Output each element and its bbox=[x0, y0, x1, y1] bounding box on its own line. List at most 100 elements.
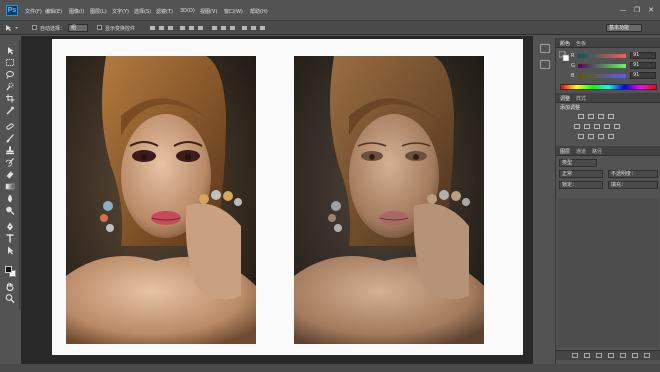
blue-slider-label: B bbox=[571, 73, 575, 79]
toolbox bbox=[0, 40, 20, 310]
black-white-icon[interactable] bbox=[604, 124, 610, 129]
green-slider-track[interactable] bbox=[578, 64, 626, 68]
tab-color[interactable]: 颜色 bbox=[560, 40, 570, 47]
zoom-tool-icon[interactable] bbox=[5, 294, 15, 303]
green-slider-label: G bbox=[571, 63, 575, 69]
marquee-tool-icon[interactable] bbox=[5, 58, 15, 67]
menu-filter[interactable]: 滤镜(T) bbox=[156, 8, 173, 15]
properties-panel-icon[interactable] bbox=[540, 60, 550, 69]
show-transform-checkbox[interactable] bbox=[97, 25, 102, 30]
auto-select-checkbox[interactable] bbox=[32, 25, 37, 30]
menu-window[interactable]: 窗口(W) bbox=[224, 8, 243, 15]
red-slider[interactable]: R 91 bbox=[560, 52, 658, 60]
add-mask-icon[interactable] bbox=[596, 353, 602, 358]
gradient-map-icon[interactable] bbox=[608, 134, 614, 139]
levels-icon[interactable] bbox=[588, 114, 594, 119]
blue-slider[interactable]: B 91 bbox=[560, 72, 658, 80]
restore-button[interactable]: ❐ bbox=[632, 6, 642, 14]
blend-mode-dropdown[interactable]: 正常 bbox=[559, 170, 603, 178]
lock-controls[interactable]: 锁定： bbox=[559, 181, 603, 189]
type-tool-icon[interactable] bbox=[5, 234, 15, 243]
brightness-contrast-icon[interactable] bbox=[578, 114, 584, 119]
photo-before bbox=[66, 56, 256, 344]
workspace-dropdown[interactable]: 基本功能 bbox=[606, 24, 642, 32]
layers-footer bbox=[556, 350, 660, 360]
color-balance-icon[interactable] bbox=[594, 124, 600, 129]
menu-3d[interactable]: 3D(D) bbox=[180, 8, 195, 14]
history-brush-tool-icon[interactable] bbox=[5, 158, 15, 167]
canvas-area bbox=[21, 36, 533, 372]
tab-channels[interactable]: 通道 bbox=[576, 148, 586, 155]
app-logo: Ps bbox=[6, 5, 18, 16]
options-bar: 自动选择： 组 显示变换控件 基本功能 bbox=[0, 21, 660, 35]
hue-saturation-icon[interactable] bbox=[584, 124, 590, 129]
adjustments-title: 添加调整 bbox=[560, 105, 581, 111]
clone-stamp-tool-icon[interactable] bbox=[5, 146, 15, 155]
curves-icon[interactable] bbox=[598, 114, 604, 119]
tab-styles[interactable]: 样式 bbox=[576, 95, 586, 102]
history-panel-icon[interactable] bbox=[540, 44, 550, 53]
show-transform-label: 显示变换控件 bbox=[105, 26, 136, 32]
tab-layers[interactable]: 图层 bbox=[560, 148, 570, 155]
dodge-tool-icon[interactable] bbox=[5, 206, 15, 215]
align-buttons[interactable] bbox=[150, 25, 300, 31]
adjustment-layer-icon[interactable] bbox=[608, 353, 614, 358]
blue-value-field[interactable]: 91 bbox=[630, 72, 656, 79]
healing-brush-tool-icon[interactable] bbox=[5, 122, 15, 131]
invert-icon[interactable] bbox=[578, 134, 584, 139]
menu-file[interactable]: 文件(F) bbox=[25, 8, 42, 15]
foreground-color-swatch[interactable] bbox=[5, 266, 12, 273]
gradient-tool-icon[interactable] bbox=[5, 182, 15, 191]
photo-filter-icon[interactable] bbox=[614, 124, 620, 129]
blur-tool-icon[interactable] bbox=[5, 194, 15, 203]
tab-paths[interactable]: 路径 bbox=[592, 148, 602, 155]
close-button[interactable]: ✕ bbox=[646, 6, 656, 14]
path-select-tool-icon[interactable] bbox=[5, 246, 15, 255]
opacity-field[interactable]: 不透明度： bbox=[608, 170, 658, 178]
lasso-tool-icon[interactable] bbox=[5, 70, 15, 79]
menu-help[interactable]: 帮助(H) bbox=[250, 8, 268, 15]
tab-swatches[interactable]: 色板 bbox=[576, 40, 586, 47]
delete-layer-icon[interactable] bbox=[644, 353, 650, 358]
move-tool-preset-icon[interactable] bbox=[4, 24, 22, 32]
quick-select-tool-icon[interactable] bbox=[5, 82, 15, 91]
green-slider[interactable]: G 91 bbox=[560, 62, 658, 70]
photo-after bbox=[294, 56, 484, 344]
threshold-icon[interactable] bbox=[598, 134, 604, 139]
eraser-tool-icon[interactable] bbox=[5, 170, 15, 179]
new-group-icon[interactable] bbox=[620, 353, 626, 358]
color-spectrum-bar[interactable] bbox=[560, 84, 657, 90]
menu-image[interactable]: 图像(I) bbox=[69, 8, 84, 15]
menu-select[interactable]: 选择(S) bbox=[134, 8, 151, 15]
vibrance-icon[interactable] bbox=[574, 124, 580, 129]
layer-style-icon[interactable] bbox=[584, 353, 590, 358]
link-layers-icon[interactable] bbox=[572, 353, 578, 358]
document-canvas[interactable] bbox=[52, 39, 523, 355]
auto-select-label: 自动选择： bbox=[40, 26, 66, 32]
green-value-field[interactable]: 91 bbox=[630, 62, 656, 69]
move-tool-icon[interactable] bbox=[5, 46, 15, 55]
blue-slider-track[interactable] bbox=[578, 74, 626, 78]
menu-bar: Ps 文件(F) 编辑(E) 图像(I) 图层(L) 文字(Y) 选择(S) 滤… bbox=[0, 0, 660, 21]
auto-select-dropdown[interactable]: 组 bbox=[68, 24, 88, 32]
menu-view[interactable]: 视图(V) bbox=[200, 8, 217, 15]
red-value-field[interactable]: 91 bbox=[630, 52, 656, 59]
menu-type[interactable]: 文字(Y) bbox=[112, 8, 129, 15]
tab-adjustments[interactable]: 调整 bbox=[560, 95, 570, 102]
menu-edit[interactable]: 编辑(E) bbox=[45, 8, 62, 15]
eyedropper-tool-icon[interactable] bbox=[5, 106, 15, 115]
new-layer-icon[interactable] bbox=[632, 353, 638, 358]
layers-list[interactable] bbox=[558, 198, 659, 348]
fill-field[interactable]: 填充： bbox=[608, 181, 658, 189]
layer-kind-filter[interactable]: 类型 bbox=[559, 159, 597, 167]
posterize-icon[interactable] bbox=[588, 134, 594, 139]
dock-icon-strip bbox=[537, 38, 553, 78]
minimize-button[interactable]: — bbox=[618, 6, 628, 14]
crop-tool-icon[interactable] bbox=[5, 94, 15, 103]
menu-layer[interactable]: 图层(L) bbox=[90, 8, 107, 15]
pen-tool-icon[interactable] bbox=[5, 222, 15, 231]
hand-tool-icon[interactable] bbox=[5, 282, 15, 291]
exposure-icon[interactable] bbox=[608, 114, 614, 119]
red-slider-track[interactable] bbox=[578, 54, 626, 58]
brush-tool-icon[interactable] bbox=[5, 134, 15, 143]
